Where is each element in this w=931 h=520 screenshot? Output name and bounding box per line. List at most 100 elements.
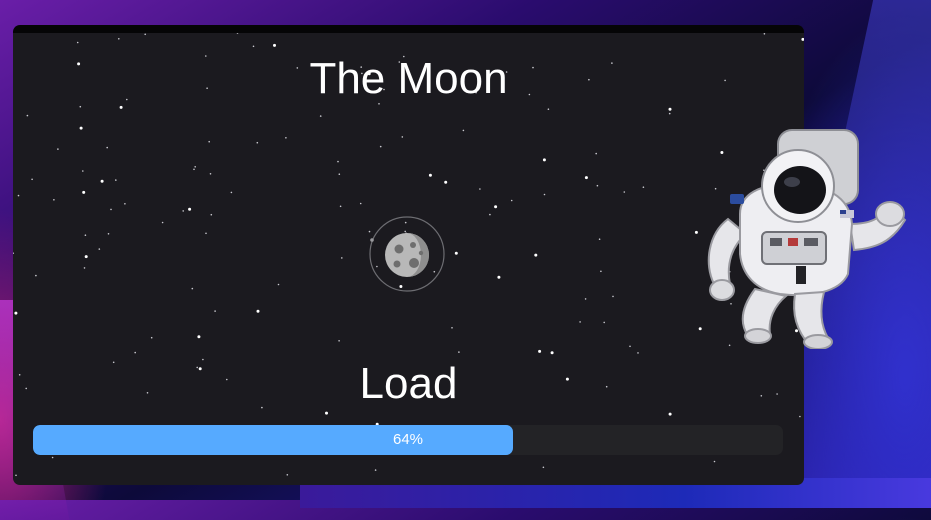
star: [584, 298, 587, 300]
star: [374, 469, 377, 471]
star: [210, 213, 213, 216]
progress-percent-text: 64%: [392, 431, 424, 448]
star: [510, 199, 513, 202]
progress-bar: 64%: [33, 425, 783, 455]
star: [106, 146, 108, 149]
star: [379, 145, 382, 148]
star: [489, 213, 491, 216]
star: [115, 179, 117, 181]
star: [428, 173, 432, 177]
star: [124, 203, 126, 205]
star: [359, 202, 362, 205]
moon-icon: [385, 233, 429, 277]
star: [799, 415, 801, 418]
star: [603, 321, 605, 324]
star: [454, 251, 458, 255]
star: [15, 474, 17, 477]
star: [256, 309, 260, 313]
page-title: The Moon: [309, 54, 508, 103]
astronaut-illustration: [707, 129, 907, 349]
star: [550, 351, 554, 355]
star: [600, 270, 602, 273]
star: [451, 327, 453, 329]
star: [79, 126, 83, 130]
star: [596, 184, 599, 187]
star: [194, 166, 196, 168]
star: [31, 178, 33, 181]
star: [338, 173, 341, 175]
star: [161, 221, 164, 224]
star: [79, 105, 82, 108]
star: [82, 170, 84, 172]
star: [110, 208, 112, 211]
moon-loader: [369, 216, 445, 292]
star: [193, 168, 195, 171]
star: [629, 345, 631, 348]
star: [118, 38, 120, 40]
star: [763, 33, 766, 35]
star: [57, 148, 59, 150]
star: [337, 160, 339, 163]
star: [801, 37, 804, 41]
star: [197, 335, 201, 339]
star: [642, 186, 645, 188]
star: [286, 474, 289, 476]
star: [13, 252, 14, 254]
star: [14, 311, 18, 315]
star: [598, 238, 601, 240]
star: [325, 411, 328, 415]
star: [98, 248, 101, 250]
star: [637, 352, 639, 354]
star: [713, 460, 716, 463]
app-window: The Moon Load 64%: [13, 25, 804, 485]
star: [341, 257, 343, 259]
star: [497, 275, 501, 279]
star: [584, 176, 588, 180]
star: [339, 205, 342, 208]
star: [623, 191, 626, 193]
star: [82, 190, 86, 194]
star: [542, 466, 545, 469]
star: [252, 45, 255, 48]
star: [595, 152, 597, 155]
star: [100, 179, 104, 183]
star: [273, 43, 276, 47]
star: [107, 233, 110, 235]
star: [26, 114, 29, 117]
star: [236, 33, 239, 34]
star: [479, 188, 481, 190]
star: [694, 230, 698, 234]
star: [668, 107, 672, 111]
star: [668, 112, 671, 115]
star: [188, 207, 192, 211]
star: [285, 137, 287, 139]
star: [83, 267, 86, 269]
star: [668, 412, 672, 416]
star: [214, 310, 216, 312]
star: [612, 295, 614, 298]
star: [462, 129, 465, 132]
star: [458, 351, 460, 353]
star: [579, 321, 581, 323]
star: [208, 140, 210, 143]
star: [534, 253, 538, 257]
star: [547, 108, 550, 110]
star: [542, 158, 546, 162]
star: [205, 232, 207, 235]
star: [319, 115, 322, 117]
star: [191, 287, 194, 290]
star: [209, 173, 212, 175]
star: [53, 199, 55, 201]
star: [401, 136, 404, 138]
star: [444, 180, 448, 184]
load-label: Load: [359, 359, 458, 408]
star: [51, 456, 54, 459]
star: [84, 234, 87, 236]
star: [338, 340, 340, 342]
star: [182, 210, 184, 212]
star: [134, 351, 136, 354]
star: [35, 274, 37, 277]
star: [150, 336, 153, 339]
star: [76, 41, 79, 44]
star: [84, 255, 88, 259]
